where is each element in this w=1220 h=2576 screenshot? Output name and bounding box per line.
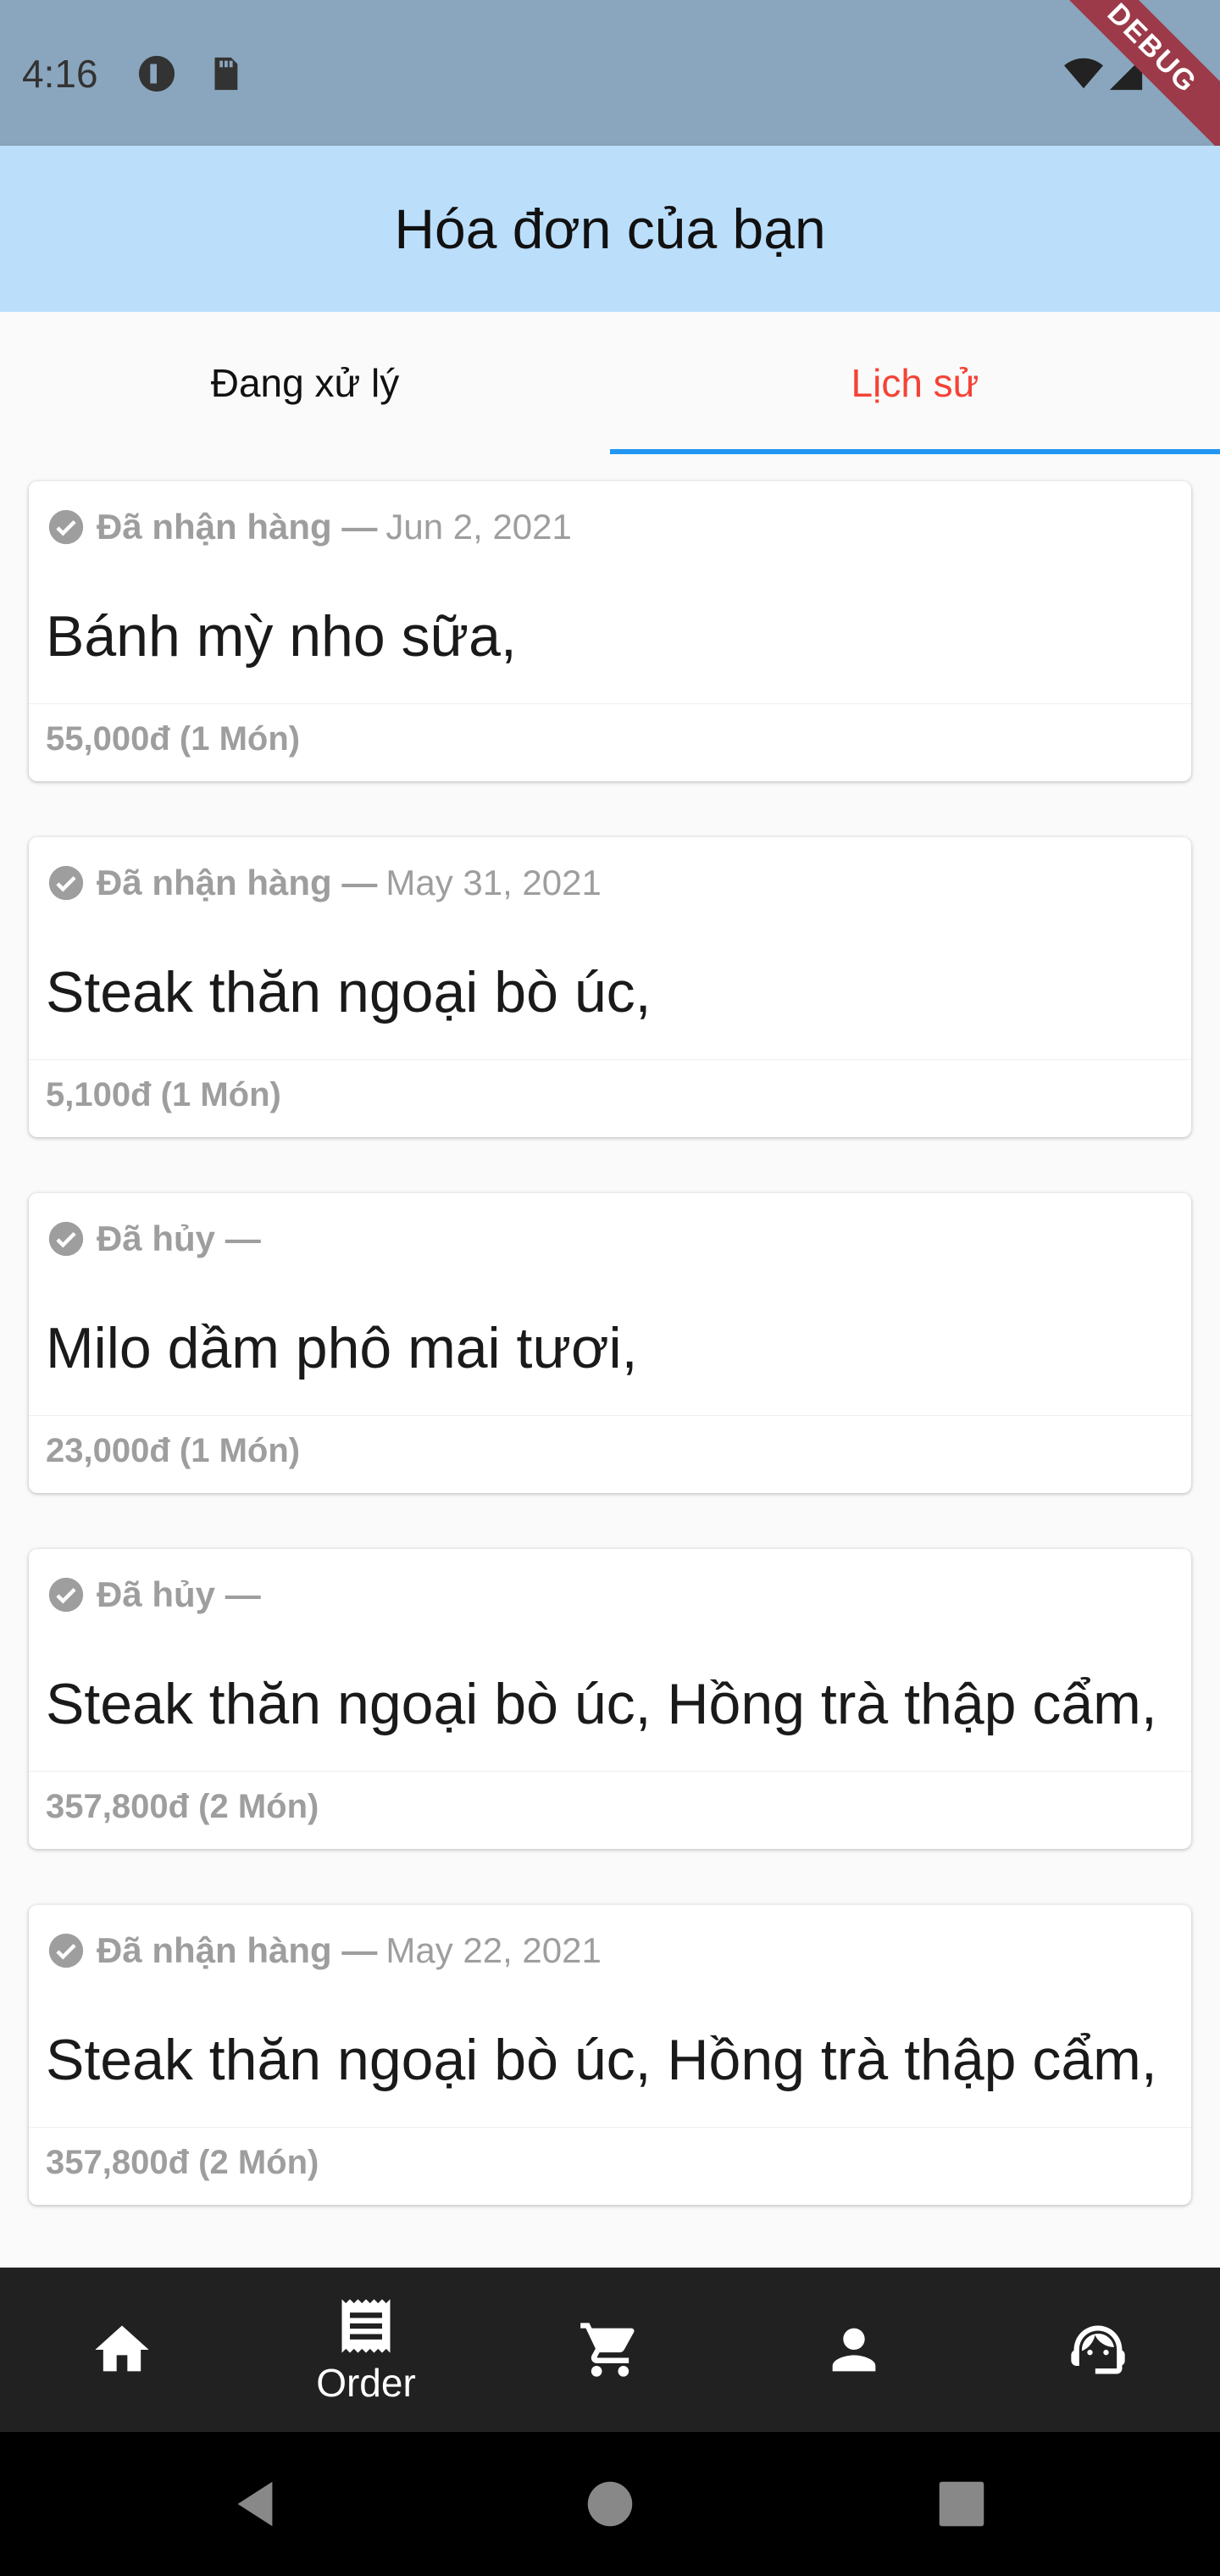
order-items: Steak thăn ngoại bò úc, Hồng trà thập cẩ… (46, 1672, 1157, 1736)
order-status: Đã nhận hàng — May 31, 2021 (47, 863, 602, 903)
order-card[interactable]: Đã nhận hàng — May 22, 2021 Steak thăn n… (29, 1905, 1191, 2205)
order-items: Steak thăn ngoại bò úc, Hồng trà thập cẩ… (46, 2028, 1157, 2092)
support-agent-icon (1071, 2325, 1125, 2374)
check-circle-icon (48, 1577, 84, 1613)
order-total: 357,800đ (2 Món) (46, 2144, 319, 2181)
order-date: Jun 2, 2021 (385, 507, 572, 547)
divider (29, 2127, 1191, 2128)
system-nav-bar (0, 2432, 1220, 2576)
check-circle-icon (48, 865, 84, 901)
order-total: 23,000đ (1 Món) (46, 1432, 301, 1469)
status-label: Đã hủy — (97, 1574, 261, 1614)
check-circle-icon (48, 509, 84, 545)
order-card[interactable]: Đã nhận hàng — Jun 2, 2021 Bánh mỳ nho s… (29, 481, 1191, 781)
wifi-icon (1064, 58, 1103, 89)
nav-home[interactable] (0, 2268, 244, 2432)
page-title: Hóa đơn của bạn (394, 197, 826, 260)
order-total: 5,100đ (1 Món) (46, 1076, 281, 1113)
nav-order[interactable]: Order (244, 2268, 488, 2432)
tab-history[interactable]: Lịch sử (610, 312, 1220, 454)
order-items: Milo dầm phô mai tươi, (46, 1316, 638, 1380)
check-circle-icon (48, 1221, 84, 1257)
bottom-nav: Order (0, 2268, 1220, 2432)
recents-icon[interactable] (932, 2474, 991, 2534)
order-date: May 31, 2021 (385, 863, 602, 902)
order-status: Đã hủy — (47, 1219, 269, 1259)
order-total: 357,800đ (2 Món) (46, 1788, 319, 1825)
order-items: Steak thăn ngoại bò úc, (46, 960, 652, 1024)
status-label: Đã nhận hàng — (97, 1930, 378, 1970)
person-icon (832, 2328, 876, 2372)
status-label: Đã nhận hàng — (97, 507, 378, 547)
divider (29, 703, 1191, 704)
status-label: Đã hủy — (97, 1219, 261, 1258)
divider (29, 1415, 1191, 1416)
order-list: Đã nhận hàng — Jun 2, 2021 Bánh mỳ nho s… (29, 481, 1191, 2261)
check-circle-icon (48, 1933, 84, 1968)
sd-card-icon (214, 57, 238, 91)
tab-bar: Đang xử lý Lịch sử (0, 312, 1220, 454)
home-button-icon[interactable] (580, 2474, 640, 2534)
receipt-icon (341, 2299, 391, 2353)
tab-processing[interactable]: Đang xử lý (0, 312, 610, 454)
nav-profile[interactable] (732, 2268, 976, 2432)
order-status: Đã hủy — (47, 1574, 269, 1615)
order-total: 55,000đ (1 Món) (46, 720, 301, 758)
status-time: 4:16 (22, 52, 98, 96)
nav-support[interactable] (976, 2268, 1220, 2432)
order-card[interactable]: Đã nhận hàng — May 31, 2021 Steak thăn n… (29, 837, 1191, 1137)
app-bar: Hóa đơn của bạn (0, 146, 1220, 312)
order-status: Đã nhận hàng — Jun 2, 2021 (47, 507, 572, 547)
status-label: Đã nhận hàng — (97, 863, 378, 902)
order-card[interactable]: Đã hủy — Milo dầm phô mai tươi, 23,000đ … (29, 1193, 1191, 1493)
divider (29, 1771, 1191, 1772)
divider (29, 1059, 1191, 1060)
app-notification-icon (138, 55, 175, 92)
order-date: May 22, 2021 (385, 1930, 602, 1970)
nav-order-label: Order (316, 2361, 416, 2405)
home-icon (95, 2325, 149, 2372)
nav-cart[interactable] (488, 2268, 732, 2432)
back-icon[interactable] (225, 2474, 285, 2534)
cart-icon (580, 2323, 635, 2377)
order-items: Bánh mỳ nho sữa, (46, 604, 517, 669)
status-bar: 4:16 DEBUG (0, 0, 1220, 180)
order-status: Đã nhận hàng — May 22, 2021 (47, 1930, 602, 1971)
order-card[interactable]: Đã hủy — Steak thăn ngoại bò úc, Hồng tr… (29, 1549, 1191, 1849)
